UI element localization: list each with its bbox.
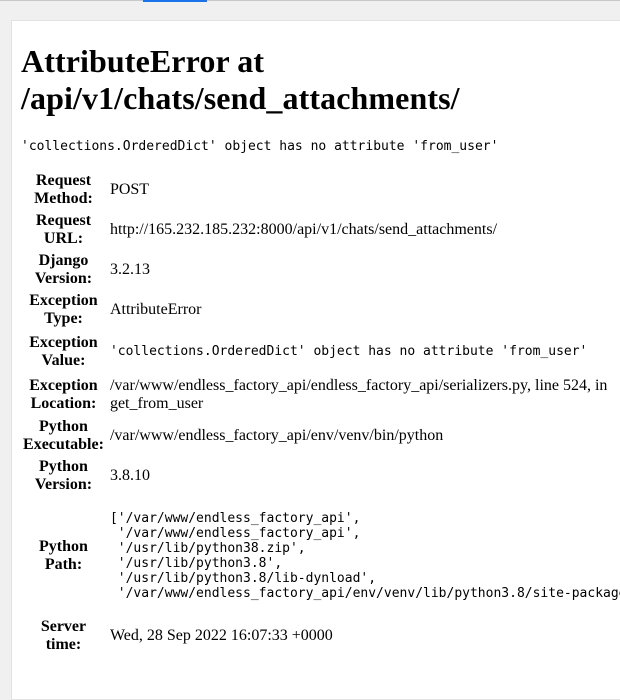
row-value: http://165.232.185.232:8000/api/v1/chats… (109, 221, 498, 238)
exception-value-summary: 'collections.OrderedDict' object has no … (21, 139, 499, 154)
row-label: Exception Type: (29, 292, 98, 327)
page-title: AttributeError at /api/v1/chats/send_att… (21, 43, 620, 117)
row-value: Wed, 28 Sep 2022 16:07:33 +0000 (109, 627, 333, 644)
table-row: Python Path: ['/var/www/endless_factory_… (21, 496, 620, 616)
row-value: 3.8.10 (109, 467, 150, 484)
row-value: /var/www/endless_factory_api/env/venv/bi… (109, 427, 444, 444)
path-line: '/usr/lib/python3.8/lib-dynload', (109, 571, 377, 586)
row-label: Python Path: (39, 538, 88, 573)
title-line-2: /api/v1/chats/send_attachments/ (21, 80, 460, 116)
row-label: Python Version: (34, 458, 93, 493)
active-tab-indicator (143, 0, 207, 2)
title-line-1: AttributeError at (21, 43, 265, 79)
row-label: Server time: (40, 618, 87, 653)
table-row: Exception Location: /var/www/endless_fac… (21, 374, 620, 416)
row-value: POST (109, 181, 150, 198)
table-row: Python Executable: /var/www/endless_fact… (21, 416, 620, 456)
row-label: Exception Location: (29, 377, 98, 412)
row-value: AttributeError (109, 301, 202, 318)
table-row: Request URL: http://165.232.185.232:8000… (21, 210, 620, 250)
row-value: ['/var/www/endless_factory_api', '/var/w… (108, 496, 620, 616)
path-line: ['/var/www/endless_factory_api', (109, 511, 361, 526)
table-row: Request Method: POST (21, 170, 620, 210)
table-row: Exception Value: 'collections.OrderedDic… (21, 330, 620, 374)
table-row: Django Version: 3.2.13 (21, 250, 620, 290)
browser-tab-strip-border (0, 0, 620, 1)
row-label: Exception Value: (29, 334, 98, 369)
path-line: '/usr/lib/python38.zip', (109, 541, 306, 556)
python-path-list: ['/var/www/endless_factory_api', '/var/w… (110, 511, 620, 601)
row-label: Django Version: (34, 252, 93, 287)
row-value: /var/www/endless_factory_api/endless_fac… (109, 377, 608, 412)
meta-table: Request Method: POST Request URL: http:/… (21, 170, 620, 656)
path-line: '/var/www/endless_factory_api/env/venv/l… (109, 586, 620, 601)
row-label: Request URL: (35, 212, 92, 247)
row-value: 3.2.13 (109, 261, 150, 278)
row-label: Python Executable: (23, 418, 104, 453)
table-row: Exception Type: AttributeError (21, 290, 620, 330)
row-value: 'collections.OrderedDict' object has no … (109, 344, 588, 359)
table-row: Python Version: 3.8.10 (21, 456, 620, 496)
table-row: Server time: Wed, 28 Sep 2022 16:07:33 +… (21, 616, 620, 656)
row-label: Request Method: (34, 172, 93, 207)
path-line: '/usr/lib/python3.8', (109, 556, 283, 571)
error-summary-panel: AttributeError at /api/v1/chats/send_att… (11, 20, 620, 700)
path-line: '/var/www/endless_factory_api', (109, 526, 361, 541)
